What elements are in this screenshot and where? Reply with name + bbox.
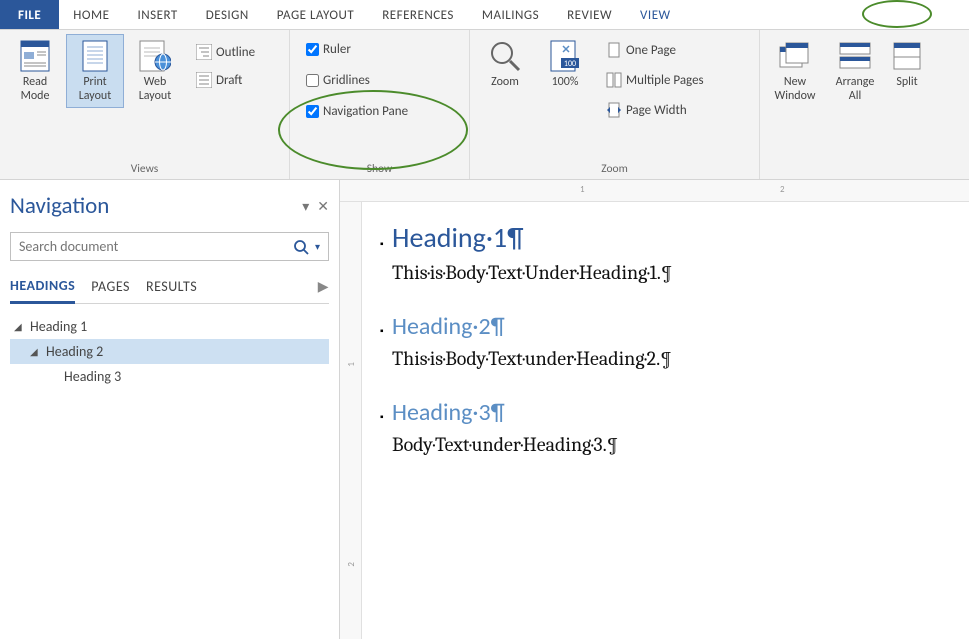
ribbon: Read Mode Print Layout Web Layout Outlin…	[0, 30, 969, 180]
web-layout-icon	[139, 39, 171, 73]
tab-review[interactable]: REVIEW	[553, 0, 626, 29]
search-icon[interactable]	[293, 239, 309, 255]
nav-tab-scroll-right-icon[interactable]: ▶	[318, 278, 329, 295]
web-layout-button[interactable]: Web Layout	[126, 34, 184, 108]
ruler-mark: 2	[346, 562, 357, 567]
print-layout-button[interactable]: Print Layout	[66, 34, 124, 108]
one-page-button[interactable]: One Page	[602, 40, 708, 60]
document-page[interactable]: ▪Heading·1¶ This·is·Body·Text·Under·Head…	[380, 220, 959, 484]
search-dropdown-icon[interactable]: ▾	[315, 240, 320, 253]
collapse-icon[interactable]: ◢	[14, 320, 26, 333]
read-mode-button[interactable]: Read Mode	[6, 34, 64, 108]
group-zoom: Zoom 100 100% One Page Multiple Pages Pa…	[470, 30, 760, 179]
heading-marker-icon: ▪	[380, 324, 392, 337]
navigation-pane-title: Navigation	[10, 192, 109, 220]
body-text-1[interactable]: This·is·Body·Text·Under·Heading·1.¶	[380, 261, 959, 284]
zoom-button[interactable]: Zoom	[476, 34, 534, 94]
body-text-2[interactable]: This·is·Body·Text·under·Heading·2.¶	[380, 347, 959, 370]
page-width-button[interactable]: Page Width	[602, 100, 708, 120]
navigation-pane-dropdown-icon[interactable]: ▾	[302, 198, 309, 215]
multiple-pages-button[interactable]: Multiple Pages	[602, 70, 708, 90]
menu-bar: FILE HOME INSERT DESIGN PAGE LAYOUT REFE…	[0, 0, 969, 30]
zoom-icon	[489, 39, 521, 73]
arrange-all-icon	[839, 39, 871, 73]
tree-item-heading-2[interactable]: ◢ Heading 2	[10, 339, 329, 364]
ruler-checkbox-input[interactable]	[306, 43, 319, 56]
group-label-views: Views	[0, 162, 289, 176]
new-window-button[interactable]: New Window	[766, 34, 824, 108]
collapse-icon[interactable]: ◢	[30, 345, 42, 358]
search-document-box[interactable]: ▾	[10, 232, 329, 261]
navigation-pane: Navigation ▾ ✕ ▾ HEADINGS PAGES RESULTS …	[0, 180, 340, 639]
tab-references[interactable]: REFERENCES	[368, 0, 468, 29]
group-views: Read Mode Print Layout Web Layout Outlin…	[0, 30, 290, 179]
heading-1-text[interactable]: Heading·1¶	[392, 220, 523, 255]
nav-tab-pages[interactable]: PAGES	[91, 278, 130, 295]
heading-2-text[interactable]: Heading·2¶	[392, 312, 505, 341]
page-width-icon	[606, 102, 622, 118]
nav-tab-results[interactable]: RESULTS	[146, 278, 197, 295]
body-text-3[interactable]: Body·Text·under·Heading·3.¶	[380, 433, 959, 456]
zoom-100-button[interactable]: 100 100%	[536, 34, 594, 94]
tab-page-layout[interactable]: PAGE LAYOUT	[263, 0, 368, 29]
vertical-ruler[interactable]: 1 2	[340, 202, 362, 639]
ruler-mark: 1	[580, 184, 585, 195]
ruler-mark: 2	[780, 184, 785, 195]
draft-button[interactable]: Draft	[192, 70, 259, 90]
zoom-100-icon: 100	[549, 39, 581, 73]
document-area[interactable]: 1 2 1 2 ▪Heading·1¶ This·is·Body·Text·Un…	[340, 180, 969, 639]
heading-3-text[interactable]: Heading·3¶	[392, 398, 505, 427]
tree-item-heading-3[interactable]: Heading 3	[10, 364, 329, 389]
draft-icon	[196, 72, 212, 88]
arrange-all-button[interactable]: Arrange All	[826, 34, 884, 108]
search-input[interactable]	[19, 238, 293, 255]
read-mode-icon	[19, 39, 51, 73]
nav-tab-headings[interactable]: HEADINGS	[10, 277, 75, 304]
group-label-show: Show	[290, 162, 469, 176]
main-area: Navigation ▾ ✕ ▾ HEADINGS PAGES RESULTS …	[0, 180, 969, 639]
heading-marker-icon: ▪	[380, 410, 392, 423]
split-button[interactable]: Split	[886, 34, 928, 94]
one-page-icon	[606, 42, 622, 58]
tab-insert[interactable]: INSERT	[123, 0, 191, 29]
multiple-pages-icon	[606, 72, 622, 88]
gridlines-checkbox-input[interactable]	[306, 74, 319, 87]
navigation-pane-checkbox-input[interactable]	[306, 105, 319, 118]
ruler-checkbox[interactable]: Ruler	[302, 40, 457, 59]
split-icon	[891, 39, 923, 73]
group-label-zoom: Zoom	[470, 162, 759, 176]
navigation-pane-checkbox[interactable]: Navigation Pane	[302, 102, 457, 121]
print-layout-icon	[79, 39, 111, 73]
group-window: New Window Arrange All Split	[760, 30, 969, 179]
tab-home[interactable]: HOME	[59, 0, 123, 29]
outline-button[interactable]: Outline	[192, 42, 259, 62]
ruler-mark: 1	[346, 362, 357, 367]
gridlines-checkbox[interactable]: Gridlines	[302, 71, 457, 90]
navigation-tabs: HEADINGS PAGES RESULTS ▶	[10, 277, 329, 304]
tree-item-heading-1[interactable]: ◢ Heading 1	[10, 314, 329, 339]
tab-design[interactable]: DESIGN	[192, 0, 263, 29]
svg-text:100: 100	[564, 59, 576, 69]
tab-file[interactable]: FILE	[0, 0, 59, 29]
tab-view[interactable]: VIEW	[626, 0, 685, 29]
horizontal-ruler[interactable]: 1 2	[340, 180, 969, 202]
navigation-pane-close-icon[interactable]: ✕	[317, 198, 329, 215]
outline-icon	[196, 44, 212, 60]
heading-marker-icon: ▪	[380, 237, 392, 250]
headings-tree: ◢ Heading 1 ◢ Heading 2 Heading 3	[10, 314, 329, 389]
tab-mailings[interactable]: MAILINGS	[468, 0, 553, 29]
new-window-icon	[779, 39, 811, 73]
group-show: Ruler Gridlines Navigation Pane Show	[290, 30, 470, 179]
